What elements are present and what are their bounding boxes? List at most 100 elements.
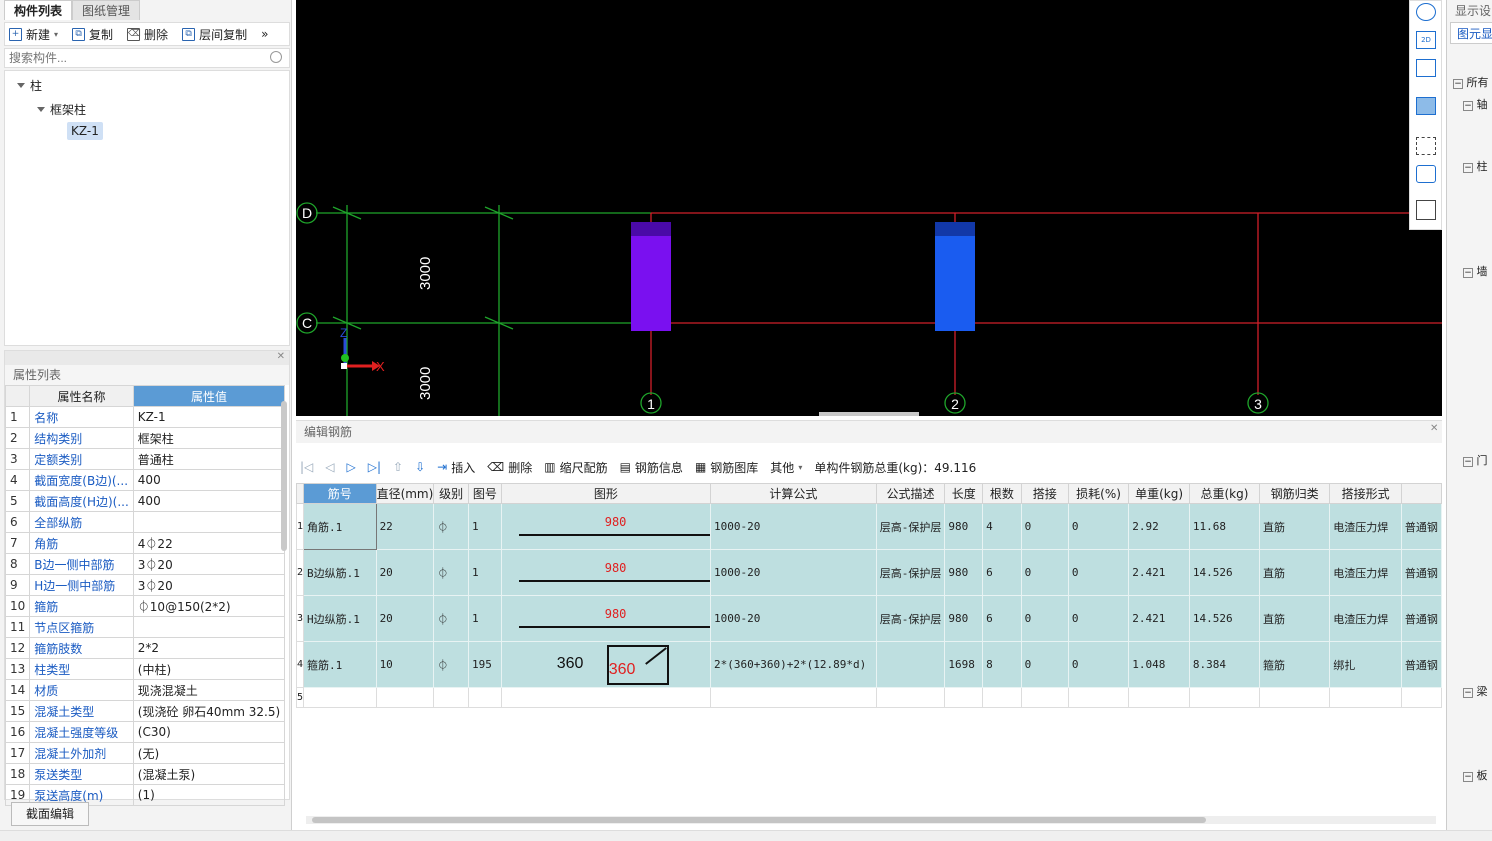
rebar-row-number[interactable]: 3 [295, 595, 305, 642]
rebar-empty-cell[interactable] [875, 687, 946, 708]
rebar-cell-name[interactable]: H边纵筋.1 [303, 595, 377, 642]
property-row[interactable]: 1 名称 KZ-1 [4, 406, 286, 428]
collapse-box-icon[interactable]: − [1453, 79, 1463, 89]
property-value[interactable]: 400 [132, 469, 286, 491]
property-value[interactable]: 400 [132, 490, 286, 512]
rebar-cell-name[interactable]: 角筋.1 [303, 503, 377, 550]
property-row[interactable]: 5 截面高度(H边)(... 400 [4, 490, 286, 512]
rebar-cell-count[interactable]: 6 [982, 595, 1022, 642]
search-icon[interactable] [270, 51, 282, 63]
rebar-column-header[interactable]: 根数 [982, 483, 1022, 504]
rebar-cell-fig[interactable]: 1 [467, 595, 502, 642]
first-record-icon[interactable]: |◁ [300, 460, 313, 474]
rebar-column-header[interactable]: 图号 [467, 483, 502, 504]
splitter-handle[interactable] [819, 412, 919, 416]
column-kz1-b[interactable] [935, 236, 975, 331]
rebar-column-header[interactable]: 搭接形式 [1329, 483, 1402, 504]
rebar-cell-extra[interactable]: 普通钢 [1400, 503, 1443, 550]
rebar-cell-formula[interactable]: 2*(360+360)+2*(12.89*d) [709, 641, 877, 688]
rebar-cell-type[interactable]: 箍筋 [1259, 641, 1331, 688]
rebar-table-scrollbar[interactable] [306, 816, 1436, 824]
property-value[interactable]: KZ-1 [132, 406, 286, 428]
close-icon[interactable]: ✕ [1430, 423, 1438, 434]
rebar-empty-cell[interactable] [709, 687, 877, 708]
property-value[interactable]: (中柱) [132, 658, 286, 680]
rebar-cell-dia[interactable]: 20 [375, 549, 435, 596]
rebar-cell-unit[interactable]: 2.421 [1128, 595, 1190, 642]
rebar-cell-formula[interactable]: 1000-20 [709, 549, 877, 596]
property-row[interactable]: 16 混凝土强度等级 (C30) [4, 721, 286, 743]
insert-button[interactable]: ⇥ 插入 [437, 459, 475, 476]
rebar-cell-unit[interactable]: 2.421 [1128, 549, 1190, 596]
rebar-cell-lapform[interactable]: 绑扎 [1329, 641, 1402, 688]
property-value[interactable] [132, 511, 286, 533]
property-value[interactable]: 2*2 [132, 637, 286, 659]
rebar-cell-extra[interactable]: 普通钢 [1400, 549, 1443, 596]
next-record-icon[interactable]: ▷ [347, 460, 356, 474]
display-item-wall[interactable]: − 墙 [1463, 263, 1488, 279]
rebar-cell-extra[interactable]: 普通钢 [1400, 595, 1443, 642]
property-row[interactable]: 4 截面宽度(B边)(... 400 [4, 469, 286, 491]
rebar-row-number[interactable]: 5 [295, 687, 305, 708]
rebar-empty-cell[interactable] [303, 687, 377, 708]
rebar-row[interactable]: 1 角筋.1 22 ⏀ 1 980 1000-20 层高-保护层 980 4 0 0 2.92 11.68… [295, 503, 1443, 550]
rebar-empty-cell[interactable] [1067, 687, 1130, 708]
property-value[interactable] [132, 616, 286, 638]
column-kz1-a[interactable] [631, 236, 671, 331]
property-value[interactable]: (混凝土泵) [132, 763, 286, 785]
rebar-cell-len[interactable]: 980 [944, 549, 984, 596]
property-value[interactable]: 3⏀20 [132, 553, 286, 575]
property-value[interactable]: 普通柱 [132, 448, 286, 470]
property-row[interactable]: 13 柱类型 (中柱) [4, 658, 286, 680]
rebar-empty-cell[interactable] [944, 687, 984, 708]
rebar-info-button[interactable]: ▤ 钢筋信息 [620, 459, 683, 476]
rebar-shape-cell[interactable]: 360 360 [500, 641, 711, 688]
rebar-empty-cell[interactable] [1400, 687, 1443, 708]
scrollbar-thumb[interactable] [312, 817, 1206, 823]
property-row[interactable]: 15 混凝土类型 (现浇砼 卵石40mm 32.5) [4, 700, 286, 722]
property-row[interactable]: 18 泵送类型 (混凝土泵) [4, 763, 286, 785]
collapse-box-icon[interactable]: − [1463, 772, 1473, 782]
property-row[interactable]: 6 全部纵筋 [4, 511, 286, 533]
last-record-icon[interactable]: ▷| [368, 460, 381, 474]
property-value[interactable]: 4⏀22 [132, 532, 286, 554]
rebar-cell-len[interactable]: 980 [944, 503, 984, 550]
property-scrollbar[interactable] [281, 401, 287, 551]
cube-view-icon[interactable] [1416, 165, 1436, 183]
rebar-column-header[interactable] [1400, 483, 1443, 504]
component-search-input[interactable] [4, 48, 290, 68]
rebar-column-header[interactable]: 计算公式 [709, 483, 877, 504]
rebar-column-header[interactable]: 搭接 [1020, 483, 1069, 504]
collapse-box-icon[interactable]: − [1463, 163, 1473, 173]
layer-list-icon[interactable] [1416, 200, 1436, 220]
rebar-cell-total[interactable]: 8.384 [1188, 641, 1261, 688]
rebar-cell-lapform[interactable]: 电渣压力焊 [1329, 595, 1402, 642]
rebar-cell-loss[interactable]: 0 [1067, 503, 1130, 550]
display-item-slab[interactable]: − 板 [1463, 767, 1488, 783]
tab-drawing-management[interactable]: 图纸管理 [72, 0, 141, 20]
rebar-row-empty[interactable]: 5 [295, 687, 1443, 708]
rebar-column-header[interactable]: 图形 [500, 483, 711, 504]
property-value[interactable]: 3⏀20 [132, 574, 286, 596]
collapse-box-icon[interactable]: − [1463, 457, 1473, 467]
rebar-column-header[interactable]: 筋号 [303, 483, 377, 504]
rebar-cell-desc[interactable] [875, 641, 946, 688]
display-item-column[interactable]: − 柱 [1463, 158, 1488, 174]
rebar-empty-cell[interactable] [1020, 687, 1069, 708]
rebar-empty-cell[interactable] [982, 687, 1022, 708]
close-icon[interactable]: ✕ [277, 351, 285, 363]
rebar-row-number[interactable]: 1 [295, 503, 305, 550]
dynamic-observe-icon[interactable] [1416, 3, 1436, 21]
3d-view-icon[interactable] [1416, 59, 1436, 77]
rebar-empty-cell[interactable] [1259, 687, 1331, 708]
rebar-empty-cell[interactable] [500, 687, 711, 708]
element-display-tab[interactable]: 图元显 [1450, 22, 1492, 44]
rebar-cell-type[interactable]: 直筋 [1259, 503, 1331, 550]
property-row[interactable]: 12 箍筋肢数 2*2 [4, 637, 286, 659]
display-item-door[interactable]: − 门 [1463, 452, 1488, 468]
rebar-cell-lap[interactable]: 0 [1020, 549, 1069, 596]
rebar-column-header[interactable]: 钢筋归类 [1259, 483, 1331, 504]
tree-node-frame-column[interactable]: 框架柱 [37, 101, 86, 118]
rebar-cell-grade[interactable]: ⏀ [433, 549, 469, 596]
rebar-cell-fig[interactable]: 195 [467, 641, 502, 688]
